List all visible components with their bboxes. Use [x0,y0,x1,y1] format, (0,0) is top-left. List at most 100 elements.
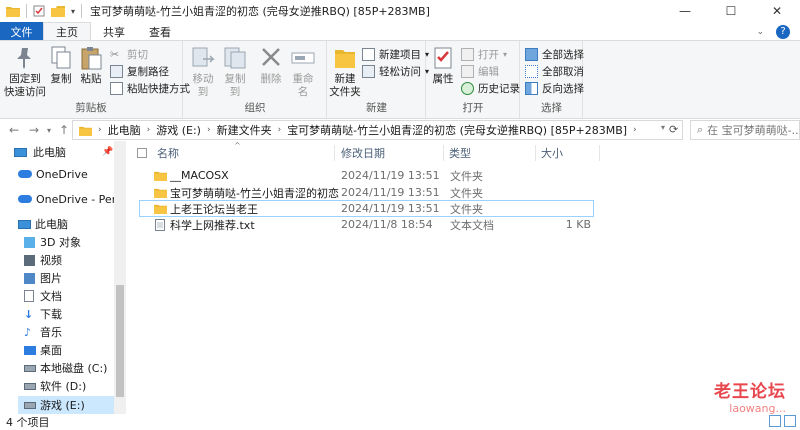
nav-item-quick-this-pc[interactable]: 此电脑 📌 [14,143,113,161]
watermark-subtitle: laowang... [729,402,786,415]
rename-button[interactable]: 重命名 [288,45,318,99]
tab-share[interactable]: 共享 [91,22,137,41]
edit-button[interactable]: 编辑 [461,64,499,79]
copy-path-icon [110,65,123,78]
new-item-button[interactable]: 新建项目 ▾ [362,47,429,62]
breadcrumb-chevron-icon[interactable]: › [147,125,151,135]
column-divider[interactable] [334,145,335,161]
paste-shortcut-icon [110,82,123,95]
refresh-icon[interactable]: ⟳ [669,123,678,136]
cut-button[interactable]: ✂ 剪切 [110,47,148,62]
move-to-button[interactable]: 移动到 [188,45,218,99]
download-icon: ↓ [24,307,34,321]
breadcrumb-chevron-icon[interactable]: › [633,125,637,135]
search-input[interactable]: ⌕ 在 宝可梦萌萌哒-... [690,120,800,140]
tab-view[interactable]: 查看 [137,22,183,41]
breadcrumb-chevron-icon[interactable]: › [278,125,282,135]
column-divider[interactable] [535,145,536,161]
nav-label: 本地磁盘 (C:) [40,362,108,375]
cube-icon [24,236,35,248]
address-bar[interactable]: › 此电脑 › 游戏 (E:) › 新建文件夹 › 宝可梦萌萌哒-竹兰小姐青涩的… [72,120,683,140]
breadcrumb-drive-e[interactable]: 游戏 (E:) [156,122,201,138]
breadcrumb-new-folder[interactable]: 新建文件夹 [217,122,272,138]
open-button[interactable]: 打开 ▾ [461,47,507,62]
table-row[interactable]: 宝可梦萌萌哒-竹兰小姐青涩的初恋 (... 2024/11/19 13:51 文… [139,184,596,201]
nav-item-drive-c[interactable]: 本地磁盘 (C:) [24,359,107,377]
nav-item-onedrive[interactable]: OneDrive [18,165,88,183]
select-all-checkbox[interactable] [137,148,147,158]
breadcrumb-chevron-icon[interactable]: › [98,125,102,135]
delete-x-icon [262,48,280,66]
nav-item-3d-objects[interactable]: 3D 对象 [24,233,81,251]
file-name: __MACOSX [170,169,229,182]
forward-arrow-icon[interactable]: → [24,123,44,137]
breadcrumb-this-pc[interactable]: 此电脑 [108,122,141,138]
delete-button[interactable]: 删除 [258,45,284,86]
nav-item-this-pc[interactable]: 此电脑 [18,215,68,233]
properties-check-icon[interactable] [33,5,45,17]
copy-button[interactable]: 复制 [48,45,74,86]
nav-item-documents[interactable]: 文档 [24,287,62,305]
nav-item-drive-e[interactable]: 游戏 (E:) [18,396,114,414]
ribbon-tabs: 文件 主页 共享 查看 ⌄ ? [0,22,800,41]
nav-item-drive-d[interactable]: 软件 (D:) [24,377,86,395]
new-folder-button[interactable]: 新建 文件夹 [329,45,361,99]
properties-button[interactable]: 属性 [429,45,457,86]
column-header-type[interactable]: 类型 [449,143,471,163]
column-divider[interactable] [443,145,444,161]
tab-home[interactable]: 主页 [43,22,91,41]
history-button[interactable]: 历史记录 [461,81,520,96]
minimize-button[interactable]: — [662,0,708,22]
watermark-title: 老王论坛 [714,382,786,402]
column-header-name[interactable]: 名称 [137,143,179,163]
column-header-modified[interactable]: 修改日期 [341,143,385,163]
copy-to-button[interactable]: 复制到 [220,45,250,99]
details-view-icon[interactable] [769,415,781,427]
organize-group: 移动到 复制到 删除 重命名 组织 [184,41,327,118]
easy-access-label: 轻松访问 [379,66,421,78]
close-button[interactable]: ✕ [754,0,800,22]
nav-item-desktop[interactable]: 桌面 [24,341,62,359]
tab-file[interactable]: 文件 [0,22,43,41]
table-row[interactable]: 科学上网推荐.txt 2024/11/8 18:54 文本文档 1 KB [139,216,596,233]
select-none-label: 全部取消 [542,66,584,78]
paste-button[interactable]: 粘贴 [78,45,104,86]
table-row[interactable]: __MACOSX 2024/11/19 13:51 文件夹 [139,167,596,184]
table-row[interactable]: 上老王论坛当老王 2024/11/19 13:51 文件夹 [139,200,594,217]
select-all-button[interactable]: 全部选择 [525,47,584,62]
copy-path-button[interactable]: 复制路径 [110,64,169,79]
file-modified: 2024/11/19 13:51 [341,202,440,215]
up-arrow-icon[interactable]: ↑ [54,123,74,137]
nav-item-music[interactable]: ♪ 音乐 [24,323,62,341]
breadcrumb-current-folder[interactable]: 宝可梦萌萌哒-竹兰小姐青涩的初恋 (完母女逆推RBQ) [85P+283MB] [287,122,627,138]
tabs-right-controls: ⌄ ? [756,22,800,41]
pin-label: 固定到 快速访问 [4,73,46,98]
file-name: 宝可梦萌萌哒-竹兰小姐青涩的初恋 (... [170,186,340,200]
select-none-button[interactable]: 全部取消 [525,64,584,79]
column-divider[interactable] [599,145,600,161]
scissors-icon: ✂ [110,48,120,61]
rename-icon [291,52,315,64]
paste-shortcut-button[interactable]: 粘贴快捷方式 [110,81,190,96]
invert-selection-button[interactable]: 反向选择 [525,81,584,96]
help-icon[interactable]: ? [776,24,790,39]
paste-label: 粘贴 [80,73,102,85]
nav-item-pictures[interactable]: 图片 [24,269,62,287]
search-icon: ⌕ [697,123,704,136]
new-folder-qat-icon[interactable] [51,5,65,17]
back-arrow-icon[interactable]: ← [4,123,24,137]
nav-item-downloads[interactable]: ↓ 下载 [24,305,62,323]
pin-to-quick-access-button[interactable]: 固定到 快速访问 [4,45,46,99]
column-header-size[interactable]: 大小 [541,143,563,163]
qat-dropdown-icon[interactable]: ▾ [71,7,75,16]
nav-scrollbar-thumb[interactable] [116,285,124,397]
maximize-button[interactable]: ☐ [708,0,754,22]
recent-dropdown-icon[interactable]: ▾ [44,126,54,135]
easy-access-button[interactable]: 轻松访问 ▾ [362,64,429,79]
breadcrumb-chevron-icon[interactable]: › [207,125,211,135]
nav-item-onedrive-personal[interactable]: OneDrive - Person [18,190,126,208]
nav-item-videos[interactable]: 视频 [24,251,62,269]
large-icons-view-icon[interactable] [784,415,796,427]
file-name: 上老王论坛当老王 [170,202,258,216]
collapse-ribbon-icon[interactable]: ⌄ [756,27,764,37]
